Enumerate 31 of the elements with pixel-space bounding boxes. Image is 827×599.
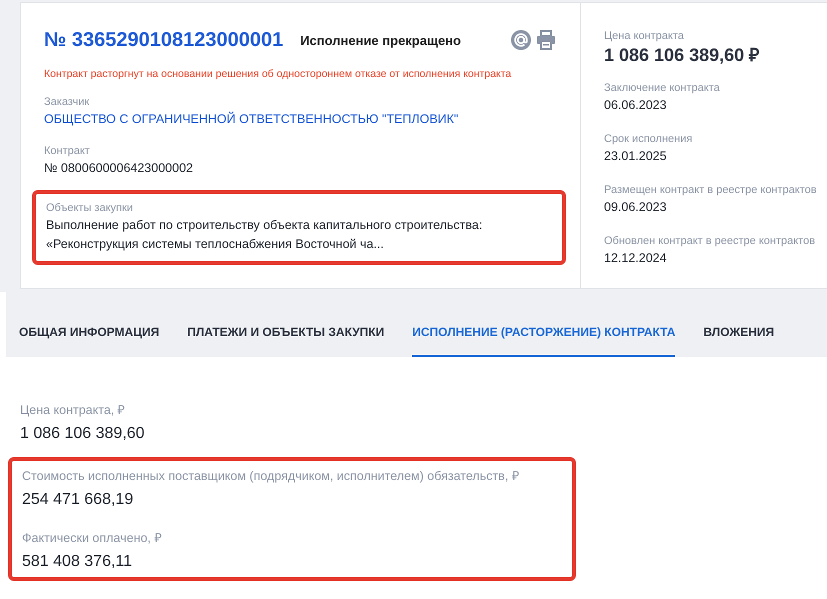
field-value: 23.01.2025 xyxy=(604,148,668,165)
tab[interactable]: ВЛОЖЕНИЯ xyxy=(703,325,774,357)
field-value: 09.06.2023 xyxy=(604,199,668,216)
field-value: Выполнение работ по строительству объекта капитального строительства: «Реконструкция системы теплоснабжения Восточной ча... xyxy=(46,217,484,253)
field-label: Стоимость исполненных поставщиком (подрядчиком, исполнителем) обязательств, ₽ xyxy=(22,468,520,485)
field-label: Срок исполнения xyxy=(604,132,694,147)
tab[interactable]: ИСПОЛНЕНИЕ (РАСТОРЖЕНИЕ) КОНТРАКТА xyxy=(412,325,676,357)
field-label: Объекты закупки xyxy=(46,201,134,216)
tab[interactable]: ПЛАТЕЖИ И ОБЪЕКТЫ ЗАКУПКИ xyxy=(187,325,384,357)
field-label: Цена контракта xyxy=(604,29,685,44)
field-label: Размещен контракт в реестре контрактов xyxy=(604,183,817,198)
field-label: Цена контракта, ₽ xyxy=(20,402,126,419)
field-value: 581 408 376,11 xyxy=(22,552,134,572)
field-value: 254 471 668,19 xyxy=(22,490,134,510)
field-value: № 0800600006423000002 xyxy=(44,160,194,177)
contract-number[interactable]: № 3365290108123000001 xyxy=(44,28,284,52)
contract-status: Исполнение прекращено xyxy=(300,32,461,48)
field-value: 1 086 106 389,60 ₽ xyxy=(604,44,760,66)
field-value: 12.12.2024 xyxy=(604,250,668,267)
field-label: Обновлен контракт в реестре контрактов xyxy=(604,234,816,249)
field-label: Фактически оплачено, ₽ xyxy=(22,530,162,547)
field-label: Заказчик xyxy=(44,95,90,110)
field-value: 1 086 106 389,60 xyxy=(20,424,146,444)
field-value: 06.06.2023 xyxy=(604,97,668,114)
field-label: Заключение контракта xyxy=(604,81,721,96)
email-icon[interactable] xyxy=(511,30,531,50)
termination-notice: Контракт расторгнут на основании решения об одностороннем отказе от исполнения контракта xyxy=(44,68,512,80)
print-icon[interactable] xyxy=(536,30,556,50)
customer-link[interactable]: ОБЩЕСТВО С ОГРАНИЧЕННОЙ ОТВЕТСТВЕННОСТЬЮ "ТЕПЛОВИК" xyxy=(44,110,556,129)
field-label: Контракт xyxy=(44,144,91,159)
tab[interactable]: ОБЩАЯ ИНФОРМАЦИЯ xyxy=(19,325,160,357)
